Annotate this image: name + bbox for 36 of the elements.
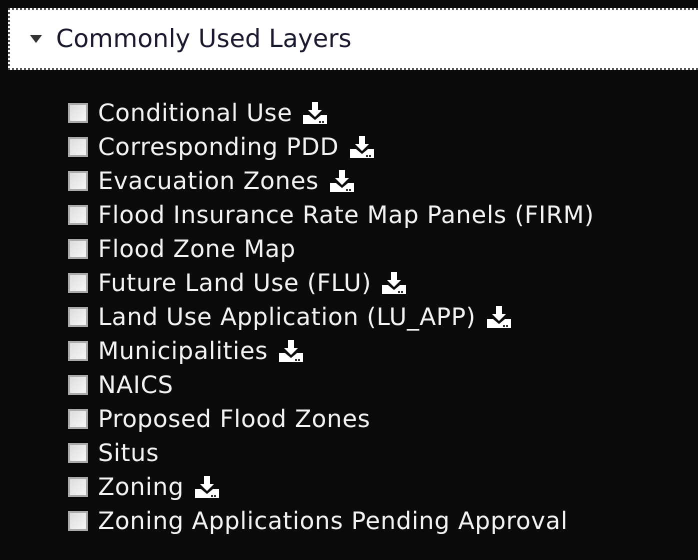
panel-title: Commonly Used Layers: [56, 23, 352, 56]
layer-label: Zoning Applications Pending Approval: [98, 506, 568, 537]
layer-checkbox[interactable]: [68, 341, 88, 361]
download-icon[interactable]: [302, 101, 328, 125]
panel-header[interactable]: Commonly Used Layers: [8, 8, 698, 70]
layer-label: NAICS: [98, 370, 174, 401]
layer-label: Municipalities: [98, 336, 268, 367]
download-icon[interactable]: [194, 475, 220, 499]
layer-checkbox[interactable]: [68, 171, 88, 191]
download-icon[interactable]: [381, 271, 408, 295]
layer-checkbox[interactable]: [68, 205, 88, 225]
layer-checkbox[interactable]: [68, 511, 88, 531]
layer-checkbox[interactable]: [68, 443, 88, 463]
layer-checkbox[interactable]: [68, 307, 88, 327]
download-icon[interactable]: [278, 339, 304, 363]
layer-label: Situs: [98, 438, 160, 469]
download-icon[interactable]: [486, 305, 512, 329]
layer-label: Conditional Use: [98, 98, 292, 129]
layer-checkbox[interactable]: [68, 273, 88, 293]
layer-checkbox[interactable]: [68, 409, 88, 429]
layer-label: Corresponding PDD: [98, 132, 339, 163]
layer-label: Land Use Application (LU_APP): [98, 302, 476, 333]
download-icon[interactable]: [348, 135, 375, 159]
layer-label: Flood Insurance Rate Map Panels (FIRM): [98, 200, 594, 231]
caret-icon: [30, 35, 42, 43]
layer-label: Evacuation Zones: [98, 166, 319, 197]
layer-checkbox[interactable]: [68, 239, 88, 259]
layer-label: Proposed Flood Zones: [98, 404, 370, 435]
layer-label: Zoning: [98, 472, 184, 503]
layer-label: Future Land Use (FLU): [98, 268, 372, 299]
layer-checkbox[interactable]: [68, 477, 88, 497]
layer-label: Flood Zone Map: [98, 234, 296, 265]
download-icon[interactable]: [328, 169, 355, 193]
layer-checkbox[interactable]: [68, 137, 88, 157]
layer-checkbox[interactable]: [68, 103, 88, 123]
layer-checkbox[interactable]: [68, 375, 88, 395]
